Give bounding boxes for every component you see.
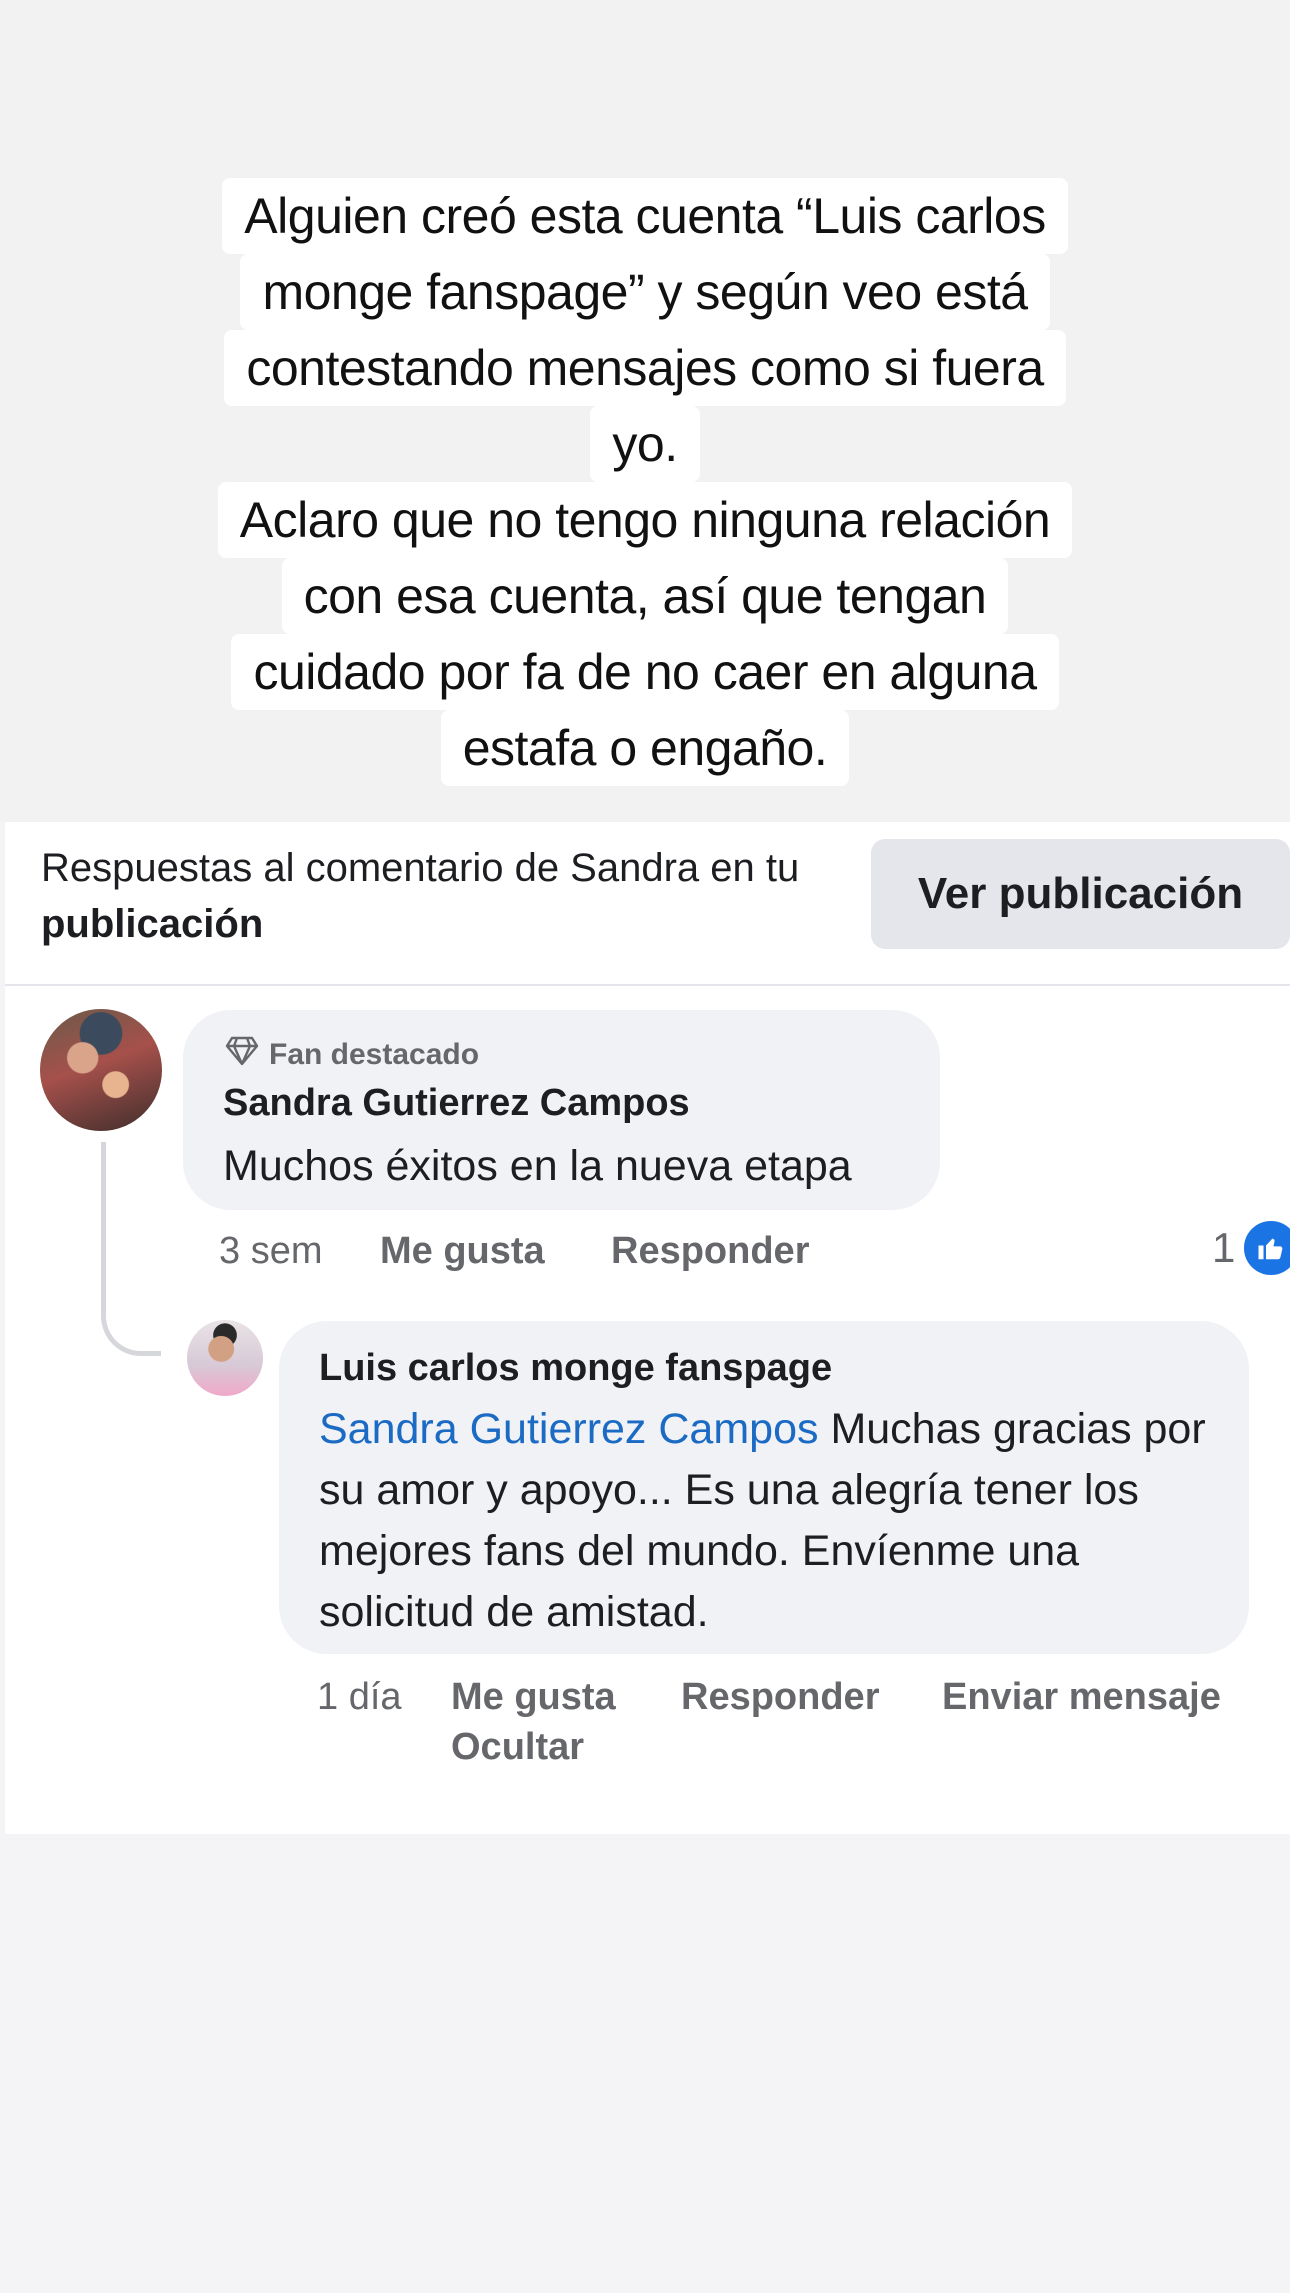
story-line: cuidado por fa de no caer en alguna (231, 634, 1059, 710)
header-text-bold: publicación (41, 902, 264, 946)
story-line: Aclaro que no tengo ninguna relación (217, 482, 1073, 558)
reply-link[interactable]: Responder (611, 1230, 809, 1273)
reply-time: 1 día (317, 1676, 402, 1718)
reaction-summary[interactable]: 1 (1212, 1218, 1290, 1278)
notification-card: Respuestas al comentario de Sandra en tu… (5, 822, 1290, 1834)
header-text: Respuestas al comentario de Sandra en tu… (41, 840, 841, 952)
comment-author[interactable]: Luis carlos monge fanspage (319, 1347, 832, 1390)
diamond-icon (225, 1036, 269, 1074)
story-text-overlay: Alguien creó esta cuenta “Luis carlos mo… (0, 178, 1290, 786)
comment-bubble-sandra: Fan destacado Sandra Gutierrez Campos Mu… (183, 1010, 940, 1210)
mention-link[interactable]: Sandra Gutierrez Campos (319, 1405, 819, 1453)
story-line: yo. (590, 406, 700, 482)
hide-link[interactable]: Ocultar (451, 1726, 584, 1769)
top-fan-badge: Fan destacado (225, 1036, 479, 1074)
story-line: estafa o engaño. (440, 710, 850, 786)
thread-connector (101, 1142, 161, 1356)
card-header: Respuestas al comentario de Sandra en tu… (5, 822, 1290, 986)
comment-time: 3 sem (219, 1230, 323, 1272)
like-link[interactable]: Me gusta (451, 1676, 616, 1719)
reply-link[interactable]: Responder (681, 1676, 879, 1719)
send-message-link[interactable]: Enviar mensaje (942, 1676, 1221, 1719)
comment-bubble-fanspage: Luis carlos monge fanspage Sandra Gutier… (279, 1321, 1249, 1654)
comment-text: Muchos éxitos en la nueva etapa (223, 1142, 852, 1190)
thumbs-up-icon (1241, 1218, 1290, 1278)
story-line: monge fanspage” y según veo está (240, 254, 1050, 330)
comment-text: Sandra Gutierrez Campos Muchas gracias p… (319, 1399, 1229, 1643)
like-link[interactable]: Me gusta (380, 1230, 545, 1273)
story-line: con esa cuenta, así que tengan (281, 558, 1009, 634)
reaction-count: 1 (1212, 1224, 1236, 1271)
view-post-button[interactable]: Ver publicación (871, 839, 1290, 949)
story-line: Alguien creó esta cuenta “Luis carlos (222, 178, 1068, 254)
avatar-sandra[interactable] (40, 1009, 162, 1131)
comment-author[interactable]: Sandra Gutierrez Campos (223, 1082, 690, 1125)
story-line: contestando mensajes como si fuera (224, 330, 1066, 406)
avatar-fanspage[interactable] (187, 1320, 263, 1396)
badge-label: Fan destacado (269, 1038, 480, 1071)
header-text-prefix: Respuestas al comentario de Sandra en tu (41, 846, 800, 890)
